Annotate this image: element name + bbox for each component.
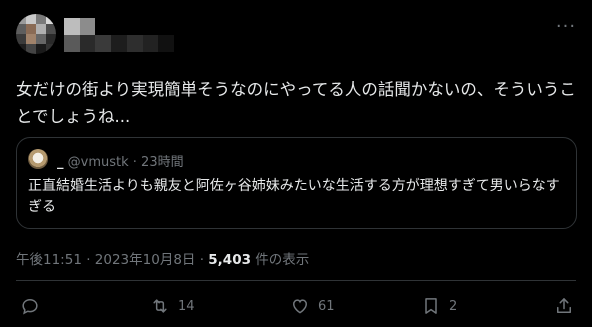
reply-icon	[22, 298, 38, 315]
reply-button[interactable]	[20, 296, 48, 316]
tweet-timestamp[interactable]: 午後11:51 · 2023年10月8日 ·	[16, 252, 208, 268]
bookmark-button[interactable]: 2	[421, 296, 457, 316]
heart-icon	[292, 299, 308, 314]
like-count: 61	[318, 298, 335, 314]
quote-author-handle[interactable]: @vmustk	[68, 155, 129, 170]
views-count: 5,403	[208, 252, 251, 268]
share-icon	[557, 298, 571, 313]
retweet-icon	[153, 299, 167, 313]
quote-author-name[interactable]: _	[57, 155, 64, 170]
share-button[interactable]	[554, 296, 574, 316]
quote-avatar[interactable]	[28, 149, 48, 169]
tweet-text: 女だけの街より実現簡単そうなのにやってる人の話聞かないの、そういうことでしょうね…	[16, 80, 576, 126]
author-name-pixelated[interactable]	[64, 18, 174, 52]
avatar[interactable]	[16, 14, 56, 54]
tweet-meta: 午後11:51 · 2023年10月8日 · 5,403 件の表示	[16, 248, 309, 268]
like-button[interactable]: 61	[290, 296, 335, 316]
retweet-count: 14	[178, 298, 195, 314]
more-options-button[interactable]: ···	[554, 14, 578, 38]
views-label: 件の表示	[250, 252, 310, 268]
bookmark-icon	[425, 298, 437, 314]
more-icon: ···	[555, 15, 577, 37]
quote-text: 正直結婚生活よりも親友と阿佐ヶ谷姉妹みたいな生活する方が理想すぎて男いらなすぎる	[28, 178, 560, 215]
divider	[16, 280, 576, 281]
bookmark-count: 2	[449, 298, 458, 314]
retweet-button[interactable]: 14	[150, 296, 195, 316]
quote-header: _ @vmustk · 23時間	[57, 155, 184, 170]
quote-time[interactable]: 23時間	[141, 155, 184, 170]
quoted-tweet[interactable]: _ @vmustk · 23時間 正直結婚生活よりも親友と阿佐ヶ谷姉妹みたいな生…	[16, 137, 577, 229]
action-bar: 14 61 2	[0, 290, 592, 326]
